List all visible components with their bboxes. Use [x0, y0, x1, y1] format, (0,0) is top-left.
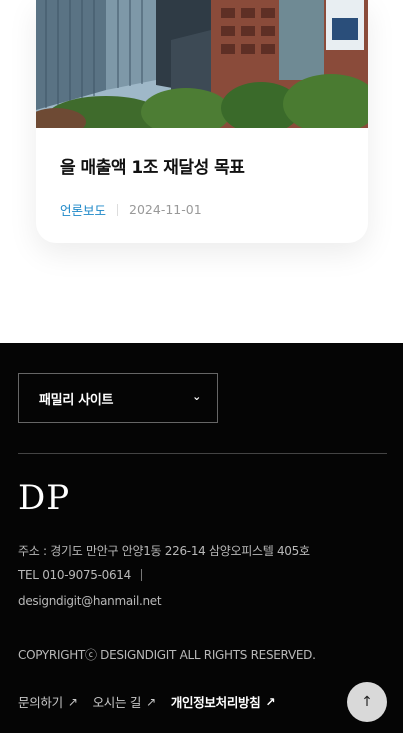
news-card-image[interactable] — [36, 0, 368, 128]
news-card[interactable]: 을 매출액 1조 재달성 목표 언론보도 2024-11-01 — [36, 0, 368, 243]
building-photo — [36, 0, 368, 128]
meta-divider — [117, 203, 119, 216]
tel-divider — [140, 569, 142, 581]
footer-links: 문의하기 ↗ 오시는 길 ↗ 개인정보처리방침 ↗ — [18, 692, 290, 711]
company-tel: TEL 010-9075-0614 — [18, 568, 142, 582]
news-card-category: 언론보도 — [60, 203, 107, 218]
site-footer: 패밀리 사이트 ⌄ DP 주소 : 경기도 만안구 안양1동 226-14 삼양… — [0, 343, 403, 733]
link-inquiry[interactable]: 문의하기 ↗ — [18, 692, 78, 711]
link-label: 문의하기 — [18, 695, 63, 710]
link-directions[interactable]: 오시는 길 ↗ — [92, 692, 157, 711]
news-card-date: 2024-11-01 — [129, 202, 202, 217]
family-site-label: 패밀리 사이트 — [39, 392, 114, 408]
arrow-up-right-icon: ↗ — [67, 694, 78, 709]
link-label: 오시는 길 — [92, 695, 142, 710]
family-site-select[interactable]: 패밀리 사이트 ⌄ — [18, 373, 218, 423]
news-section: 을 매출액 1조 재달성 목표 언론보도 2024-11-01 — [0, 0, 403, 343]
link-privacy-policy[interactable]: 개인정보처리방침 ↗ — [170, 692, 276, 711]
company-email: designdigit@hanmail.net — [18, 594, 162, 608]
arrow-up-right-icon: ↗ — [146, 694, 156, 709]
news-card-title[interactable]: 을 매출액 1조 재달성 목표 — [60, 153, 245, 178]
tel-text: TEL 010-9075-0614 — [18, 568, 131, 582]
arrow-up-right-icon: ↗ — [265, 694, 276, 709]
footer-logo: DP — [18, 478, 71, 518]
copyright: COPYRIGHTⓒ DESIGNDIGIT ALL RIGHTS RESERV… — [18, 648, 316, 662]
scroll-to-top-button[interactable]: ↑ — [347, 682, 387, 722]
chevron-down-icon: ⌄ — [192, 389, 201, 403]
footer-divider — [18, 453, 387, 454]
news-card-meta: 언론보도 2024-11-01 — [60, 200, 202, 219]
arrow-up-icon: ↑ — [361, 694, 373, 710]
company-address: 주소 : 경기도 만안구 안양1동 226-14 삼양오피스텔 405호 — [18, 544, 310, 558]
link-label: 개인정보처리방침 — [170, 695, 261, 710]
